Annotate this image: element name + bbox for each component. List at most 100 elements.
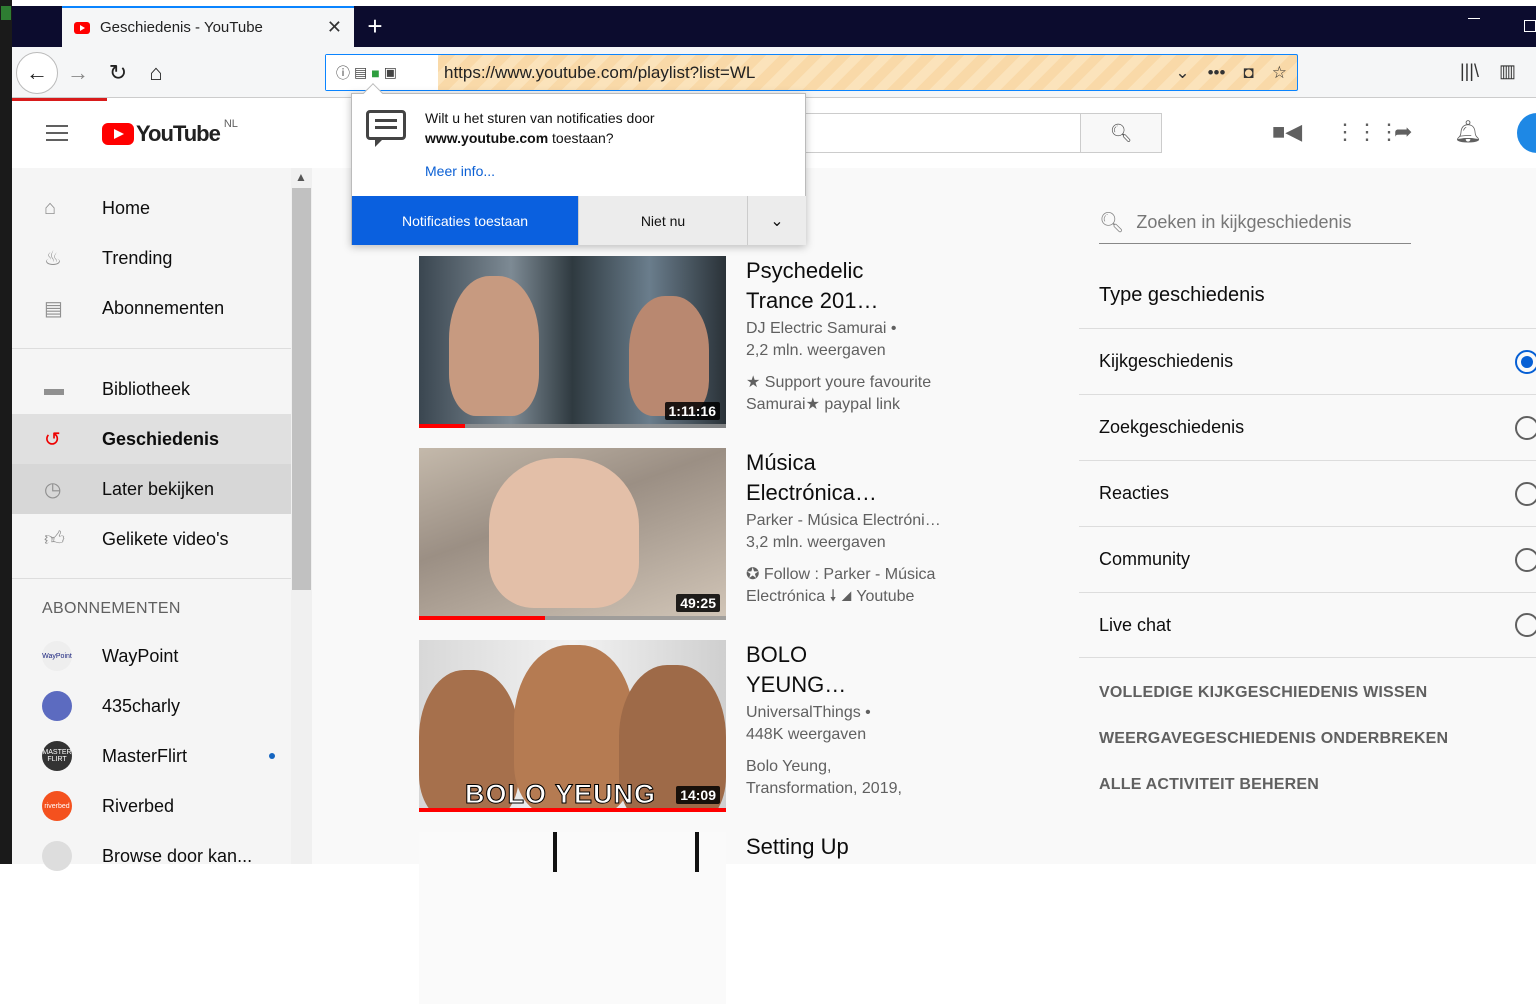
- history-type-option[interactable]: Zoekgeschiedenis: [1079, 394, 1536, 460]
- info-icon[interactable]: ⓘ: [336, 63, 350, 83]
- close-tab-icon[interactable]: ✕: [327, 17, 342, 38]
- youtube-logo-text: YouTube: [136, 121, 221, 146]
- search-icon: 🔍︎: [1109, 122, 1133, 143]
- radio-button[interactable]: [1515, 547, 1536, 572]
- video-item[interactable]: 49:25 Música Electrónica… Parker - Música…: [419, 448, 979, 622]
- apps-grid-icon[interactable]: ⋮⋮⋮: [1334, 119, 1400, 145]
- subscription-label: MasterFlirt: [102, 745, 187, 766]
- maximize-window-icon[interactable]: [1524, 20, 1536, 32]
- history-search[interactable]: 🔍︎: [1099, 202, 1411, 244]
- subscription-waypoint[interactable]: WayPoint WayPoint: [12, 631, 291, 681]
- radio-button[interactable]: [1515, 481, 1536, 506]
- notification-permission-icon[interactable]: ▤: [354, 64, 367, 81]
- sidebar-item-subscriptions[interactable]: ▤ Abonnementen: [12, 283, 291, 333]
- sidebar-item-home[interactable]: ⌂ Home: [12, 183, 291, 233]
- video-channel[interactable]: DJ Electric Samurai •: [746, 318, 946, 340]
- channel-avatar: riverbed: [42, 791, 72, 821]
- fire-icon: ♨: [44, 247, 62, 270]
- pocket-icon[interactable]: ◘: [1243, 63, 1253, 83]
- search-input[interactable]: [802, 113, 1082, 153]
- allow-notifications-button[interactable]: Notificaties toestaan: [352, 196, 578, 245]
- sidebar-divider: [12, 348, 291, 349]
- bell-icon[interactable]: 🔔︎: [1454, 119, 1482, 145]
- browse-channels[interactable]: Browse door kan...: [12, 831, 291, 881]
- desktop-icon: [1, 6, 11, 20]
- video-thumbnail[interactable]: BOLO YEUNG 14:09: [419, 640, 726, 812]
- clear-watch-history-button[interactable]: VOLLEDIGE KIJKGESCHIEDENIS WISSEN: [1099, 684, 1427, 702]
- reload-button[interactable]: ↻: [100, 47, 136, 98]
- subscription-label: Browse door kan...: [102, 845, 253, 866]
- video-thumbnail[interactable]: [419, 832, 726, 1004]
- url-bar[interactable]: ⓘ ▤ ■ ▣ https://www.youtube.com/playlist…: [325, 54, 1298, 91]
- search-button[interactable]: 🔍︎: [1080, 113, 1162, 153]
- video-title[interactable]: Setting Up: [746, 832, 946, 862]
- radio-selected[interactable]: [1515, 349, 1536, 374]
- radio-button[interactable]: [1515, 415, 1536, 440]
- robot-icon[interactable]: ▣: [384, 64, 397, 81]
- sidebar-item-history[interactable]: ↺ Geschiedenis: [12, 414, 291, 464]
- chevron-down-icon[interactable]: ⌄: [747, 196, 806, 245]
- video-views: 2,2 mln. weergaven: [746, 342, 886, 359]
- history-type-option[interactable]: Live chat: [1079, 592, 1536, 658]
- watch-progress: [419, 424, 466, 428]
- pause-watch-history-button[interactable]: WEERGAVEGESCHIEDENIS ONDERBREKEN: [1099, 730, 1448, 748]
- back-button[interactable]: ←: [16, 52, 58, 94]
- watch-progress: [419, 616, 545, 620]
- sidebar-item-label: Bibliotheek: [102, 378, 191, 399]
- message-bubble-icon: [366, 110, 406, 147]
- channel-avatar: [42, 691, 72, 721]
- youtube-logo[interactable]: YouTube NL: [102, 118, 238, 147]
- history-type-option[interactable]: Community: [1079, 526, 1536, 592]
- video-thumbnail[interactable]: 1:11:16: [419, 256, 726, 428]
- sidebar-scrollbar[interactable]: ▲: [291, 168, 312, 864]
- video-item[interactable]: BOLO YEUNG 14:09 BOLO YEUNG… UniversalThi…: [419, 640, 979, 814]
- subscription-riverbed[interactable]: riverbed Riverbed: [12, 781, 291, 831]
- video-channel[interactable]: Parker - Música Electróni…: [746, 510, 946, 532]
- sidebar-item-trending[interactable]: ♨ Trending: [12, 233, 291, 283]
- subscription-435charly[interactable]: 435charly: [12, 681, 291, 731]
- video-channel[interactable]: UniversalThings •: [746, 702, 946, 724]
- sidebar-item-label: Abonnementen: [102, 297, 225, 318]
- lock-icon[interactable]: ■: [371, 65, 379, 81]
- sidebar-item-watch-later[interactable]: ◷ Later bekijken: [12, 464, 291, 514]
- create-video-icon[interactable]: ■◀: [1272, 119, 1302, 145]
- video-title[interactable]: Música Electrónica…: [746, 448, 946, 508]
- history-search-input[interactable]: [1136, 212, 1407, 233]
- sidebar-toggle-icon[interactable]: ▥: [1499, 61, 1516, 82]
- history-type-option[interactable]: Reacties: [1079, 460, 1536, 526]
- browser-tab[interactable]: Geschiedenis - YouTube ✕: [62, 6, 354, 47]
- sidebar-item-library[interactable]: ▬ Bibliotheek: [12, 364, 291, 414]
- radio-button[interactable]: [1515, 613, 1536, 637]
- subscription-masterflirt[interactable]: MASTER FLIRT MasterFlirt: [12, 731, 291, 781]
- subscription-label: 435charly: [102, 695, 181, 716]
- library-icon[interactable]: |||\: [1460, 61, 1479, 82]
- share-messages-icon[interactable]: ➦: [1394, 119, 1412, 145]
- video-thumbnail[interactable]: 49:25: [419, 448, 726, 620]
- home-button[interactable]: ⌂: [138, 47, 174, 98]
- bookmark-star-icon[interactable]: ☆: [1272, 63, 1287, 83]
- scrollbar-thumb[interactable]: [292, 188, 311, 590]
- video-item[interactable]: 1:11:16 Psychedelic Trance 201… DJ Electr…: [419, 256, 979, 430]
- chevron-down-icon[interactable]: ⌄: [1175, 63, 1189, 83]
- notification-question-domain: www.youtube.com toestaan?: [425, 130, 614, 146]
- new-tab-button[interactable]: +: [354, 6, 396, 47]
- tab-strip: Geschiedenis - YouTube ✕ +: [12, 6, 1536, 47]
- sidebar-item-liked-videos[interactable]: 👍︎ Gelikete video's: [12, 514, 291, 564]
- youtube-play-icon: [102, 123, 134, 145]
- video-item[interactable]: Setting Up: [419, 832, 979, 1006]
- not-now-button[interactable]: Niet nu: [578, 196, 747, 245]
- minimize-window-icon[interactable]: [1468, 18, 1480, 19]
- manage-all-activity-button[interactable]: ALLE ACTIVITEIT BEHEREN: [1099, 776, 1319, 794]
- more-actions-icon[interactable]: •••: [1208, 63, 1226, 83]
- video-title[interactable]: BOLO YEUNG…: [746, 640, 946, 700]
- account-avatar[interactable]: [1517, 113, 1536, 153]
- forward-button[interactable]: →: [60, 47, 96, 98]
- url-text[interactable]: https://www.youtube.com/playlist?list=WL: [444, 63, 1175, 83]
- tab-title: Geschiedenis - YouTube: [100, 19, 263, 36]
- history-type-option[interactable]: Kijkgeschiedenis: [1079, 328, 1536, 394]
- more-info-link[interactable]: Meer info...: [425, 163, 495, 179]
- video-title[interactable]: Psychedelic Trance 201…: [746, 256, 946, 316]
- country-code: NL: [223, 118, 238, 130]
- scroll-up-icon[interactable]: ▲: [295, 170, 307, 184]
- menu-icon[interactable]: [46, 125, 68, 141]
